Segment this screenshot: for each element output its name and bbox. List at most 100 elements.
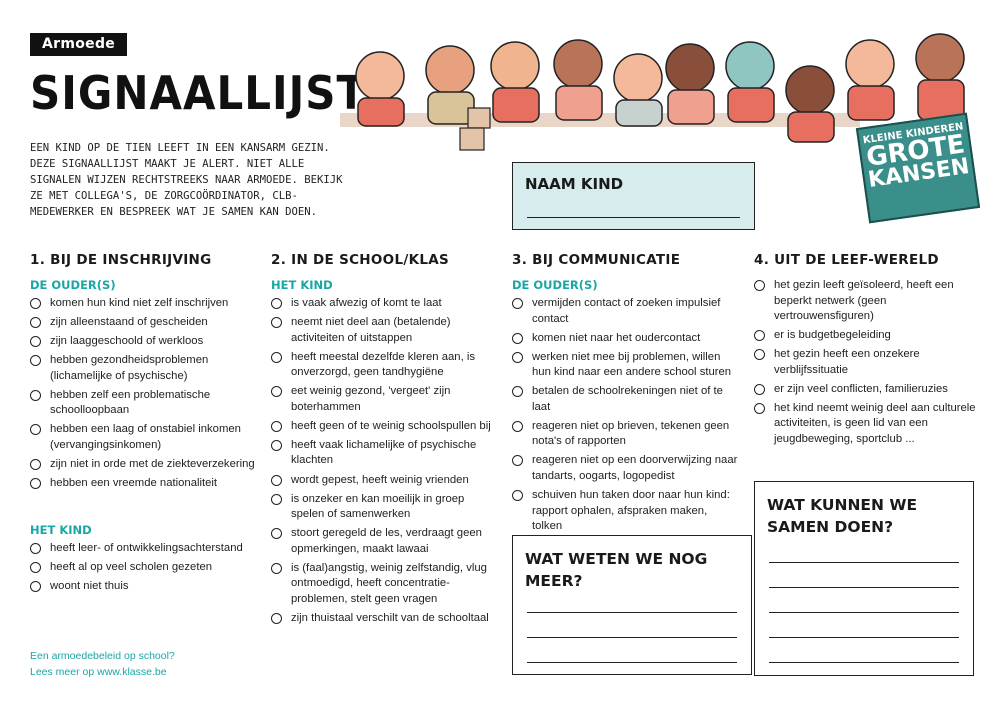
checklist-item-text: woont niet thuis xyxy=(50,580,129,593)
checklist-item: er is budgetbegeleiding xyxy=(754,328,982,344)
wat-kunnen-we-box[interactable]: WAT KUNNEN WE SAMEN DOEN? xyxy=(754,481,974,676)
checklist-item-text: heeft meestal dezelfde kleren aan, is on… xyxy=(291,350,475,379)
writing-line xyxy=(527,612,737,613)
group-subheading: HET KIND xyxy=(271,278,333,292)
checkbox-circle-icon[interactable] xyxy=(512,351,523,363)
checklist-item: reageren niet op een doorverwijzing naar… xyxy=(512,453,740,484)
checklist-item: heeft meestal dezelfde kleren aan, is on… xyxy=(271,350,499,381)
checkbox-circle-icon[interactable] xyxy=(512,298,523,309)
checklist-item-text: zijn alleenstaand of gescheiden xyxy=(50,316,208,329)
checkbox-circle-icon[interactable] xyxy=(271,612,282,624)
toy-block xyxy=(467,107,491,129)
checklist-item-text: komen niet naar het oudercontact xyxy=(532,331,701,344)
child-figure-1 xyxy=(355,51,405,127)
writing-line xyxy=(769,612,959,613)
checkbox-circle-icon[interactable] xyxy=(271,420,282,432)
checklist-item: zijn alleenstaand of gescheiden xyxy=(30,315,258,331)
checkbox-circle-icon[interactable] xyxy=(512,420,523,432)
checklist-item: zijn laaggeschoold of werkloos xyxy=(30,334,258,350)
checklist-item: het gezin leeft geïsoleerd, heeft een be… xyxy=(754,278,982,325)
checkbox-circle-icon[interactable] xyxy=(271,386,282,398)
checklist-item: vermijden contact of zoeken impulsief co… xyxy=(512,296,740,327)
checkbox-circle-icon[interactable] xyxy=(30,581,41,593)
checkbox-circle-icon[interactable] xyxy=(271,493,282,505)
checkbox-circle-icon[interactable] xyxy=(30,562,41,574)
checkbox-circle-icon[interactable] xyxy=(30,459,41,471)
checkbox-circle-icon[interactable] xyxy=(754,383,765,395)
checklist-item: er zijn veel conflicten, familieruzies xyxy=(754,382,982,398)
checklist-item-text: zijn niet in orde met de ziekteverzekeri… xyxy=(50,458,255,471)
checklist-item-text: is (faal)angstig, weinig zelfstandig, vl… xyxy=(291,561,487,605)
column-1: 1. BIJ DE INSCHRIJVING DE OUDER(S) komen h… xyxy=(30,252,258,599)
checklist-item-text: komen hun kind niet zelf inschrijven xyxy=(50,297,229,309)
intro-text: Een kind op de tien leeft in een kansarm… xyxy=(30,142,343,218)
checklist-item-text: het kind neemt weinig deel aan culturele… xyxy=(774,401,976,445)
naam-kind-line xyxy=(527,217,740,218)
wat-weten-we-box[interactable]: WAT WETEN WE NOG MEER? xyxy=(512,535,752,675)
column-heading: 1. BIJ DE INSCHRIJVING xyxy=(30,252,212,268)
checklist-item-text: zijn laaggeschoold of werkloos xyxy=(50,335,204,348)
checklist-item-text: hebben een vreemde nationaliteit xyxy=(50,477,218,490)
checklist-item-text: het gezin heeft een onzekere verblijfssi… xyxy=(774,348,920,376)
checkbox-circle-icon[interactable] xyxy=(30,336,41,348)
writing-line xyxy=(527,637,737,638)
checklist-item-text: betalen de schoolrekeningen niet of te l… xyxy=(532,385,723,413)
column-2: 2. IN DE SCHOOL/KLAS HET KIND is vaak afwe… xyxy=(271,252,499,630)
checklist-item-text: heeft al op veel scholen gezeten xyxy=(50,561,213,574)
checkbox-circle-icon[interactable] xyxy=(754,280,765,291)
checklist-item-text: vermijden contact of zoeken impulsief co… xyxy=(532,297,721,325)
checklist-item: zijn niet in orde met de ziekteverzekeri… xyxy=(30,457,258,473)
writing-line xyxy=(769,637,959,638)
checklist-item-text: heeft geen of te weinig schoolspullen bi… xyxy=(291,419,491,432)
checklist: het gezin leeft geïsoleerd, heeft een be… xyxy=(754,278,982,447)
checkbox-circle-icon[interactable] xyxy=(30,355,41,367)
checklist: komen hun kind niet zelf inschrijven zijn… xyxy=(30,296,258,492)
checkbox-circle-icon[interactable] xyxy=(30,317,41,329)
naam-kind-label: NAAM KIND xyxy=(525,175,624,193)
checklist-item: het gezin heeft een onzekere verblijfssi… xyxy=(754,347,982,378)
child-figure-8 xyxy=(785,65,835,143)
logo-kleine-kinderen-grote-kansen: KLEINE KINDEREN GROTE KANSEN xyxy=(855,112,981,224)
checklist-item-text: neemt niet deel aan (betalende) activite… xyxy=(291,316,451,344)
checkbox-circle-icon[interactable] xyxy=(271,562,282,574)
checklist-item: woont niet thuis xyxy=(30,579,258,595)
checklist: heeft leer- of ontwikkelingsachterstand h… xyxy=(30,541,258,595)
child-figure-2 xyxy=(425,45,475,125)
checkbox-circle-icon[interactable] xyxy=(30,478,41,490)
child-figure-4 xyxy=(553,39,603,121)
checklist-item-text: heeft leer- of ontwikkelingsachterstand xyxy=(50,542,243,555)
checkbox-circle-icon[interactable] xyxy=(271,474,282,486)
checkbox-circle-icon[interactable] xyxy=(30,424,41,436)
checklist-item: zijn thuistaal verschilt van de schoolta… xyxy=(271,611,499,627)
checkbox-circle-icon[interactable] xyxy=(30,298,41,309)
category-tag: Armoede xyxy=(30,33,128,56)
checkbox-circle-icon[interactable] xyxy=(271,528,282,540)
checklist-item: hebben een laag of onstabiel inkomen (ve… xyxy=(30,422,258,453)
checkbox-circle-icon[interactable] xyxy=(754,349,765,361)
checkbox-circle-icon[interactable] xyxy=(754,330,765,342)
checkbox-circle-icon[interactable] xyxy=(30,389,41,401)
checklist-item: heeft vaak lichamelijke of psychische kl… xyxy=(271,438,499,469)
checklist-item: is onzeker en kan moeilijk in groep spel… xyxy=(271,492,499,523)
child-figure-9 xyxy=(845,39,895,121)
checklist-item: hebben zelf een problematische schoolloo… xyxy=(30,388,258,419)
checklist-item-text: is vaak afwezig of komt te laat xyxy=(291,297,442,309)
group-subheading: HET KIND xyxy=(30,523,92,538)
checkbox-circle-icon[interactable] xyxy=(30,543,41,555)
checkbox-circle-icon[interactable] xyxy=(271,317,282,329)
checkbox-circle-icon[interactable] xyxy=(271,298,282,309)
checkbox-circle-icon[interactable] xyxy=(512,332,523,344)
checklist-item-text: zijn thuistaal verschilt van de schoolta… xyxy=(291,611,489,624)
naam-kind-field[interactable]: NAAM KIND xyxy=(512,162,755,230)
checkbox-circle-icon[interactable] xyxy=(512,455,523,467)
column-4: 4. UIT DE LEEF-WERELD het gezin leeft geï… xyxy=(754,252,982,451)
checkbox-circle-icon[interactable] xyxy=(754,402,765,414)
footer-link[interactable]: Lees meer op www.klasse.be xyxy=(30,664,175,680)
checkbox-circle-icon[interactable] xyxy=(271,439,282,451)
writing-line xyxy=(527,662,737,663)
checkbox-circle-icon[interactable] xyxy=(512,386,523,398)
footer: Een armoedebeleid op school? Lees meer o… xyxy=(30,648,175,680)
checkbox-circle-icon[interactable] xyxy=(271,351,282,363)
checkbox-circle-icon[interactable] xyxy=(512,490,523,502)
